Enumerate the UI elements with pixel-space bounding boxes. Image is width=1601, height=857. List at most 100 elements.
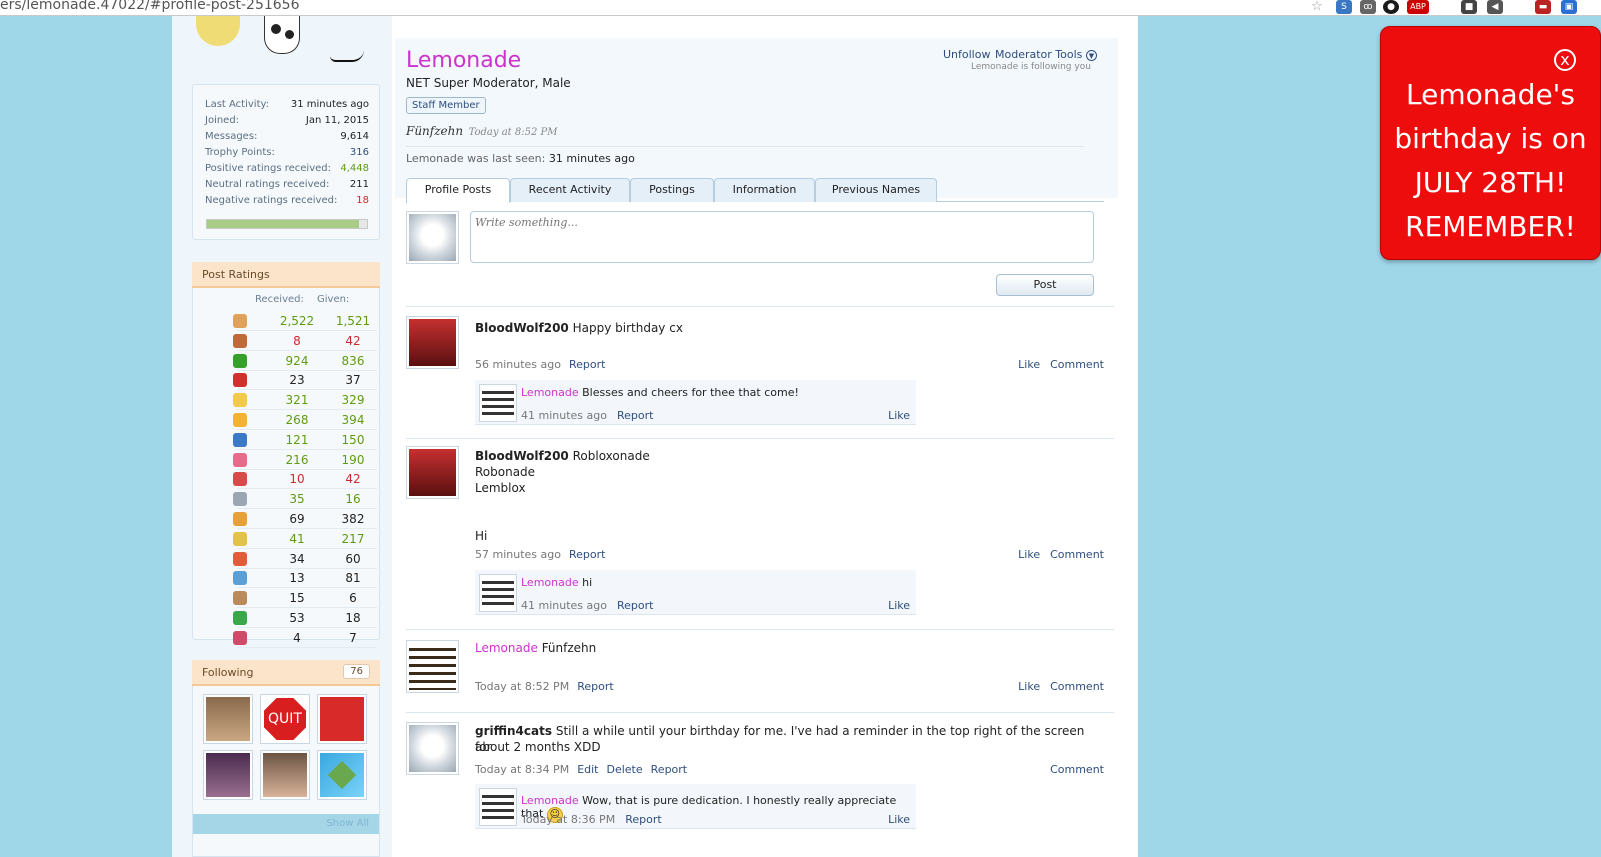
following-count: 76	[343, 664, 370, 679]
funny-icon	[233, 393, 247, 408]
birthday-reminder-popup: x Lemonade's birthday is on JULY 28TH! R…	[1380, 26, 1601, 260]
report-link[interactable]: Report	[651, 763, 687, 776]
optimistic-icon	[233, 611, 247, 625]
report-link[interactable]: Report	[577, 680, 613, 693]
extension-translate-icon[interactable]: ꝏ	[1360, 0, 1376, 14]
informative-icon	[233, 432, 247, 447]
rating-row: 15 6	[233, 589, 377, 609]
rating-received: 2,522	[279, 314, 315, 328]
show-all-link[interactable]: Show All	[326, 818, 369, 829]
following-avatar[interactable]	[203, 750, 253, 800]
rating-given: 382	[341, 512, 365, 526]
comment-author[interactable]: Lemonade	[521, 386, 579, 399]
comment-report-link[interactable]: Report	[617, 599, 653, 612]
post-avatar[interactable]	[406, 316, 459, 369]
tab-previous-names[interactable]: Previous Names	[815, 178, 937, 202]
comment-time: 41 minutes ago	[521, 409, 607, 422]
comment-avatar[interactable]	[479, 574, 517, 612]
unfollow-link[interactable]: Unfollow	[943, 48, 990, 61]
rating-row: 216 190	[233, 451, 377, 470]
creative-icon	[233, 512, 247, 526]
close-icon[interactable]: x	[1554, 49, 1576, 71]
comment-like-link[interactable]: Like	[888, 599, 910, 612]
tab-postings[interactable]: Postings	[630, 178, 714, 202]
show-all-bar[interactable]: Show All	[193, 814, 379, 834]
extension-speaker-icon[interactable]: ◀	[1487, 0, 1503, 14]
cow-avatar-fragment	[264, 16, 300, 54]
tab-recent-activity[interactable]: Recent Activity	[510, 178, 630, 202]
last-seen: Lemonade was last seen: 31 minutes ago	[406, 152, 635, 165]
comment-author[interactable]: Lemonade	[521, 794, 579, 807]
profile-name: Lemonade	[406, 48, 522, 73]
report-link[interactable]: Report	[569, 358, 605, 371]
browser-url-bar[interactable]: ers/lemonade.47022/#profile-post-251656 …	[0, 0, 1601, 16]
post-avatar[interactable]	[406, 640, 459, 693]
like-link[interactable]: Like	[1018, 680, 1040, 693]
report-link[interactable]: Report	[569, 548, 605, 561]
comment-avatar[interactable]	[479, 384, 517, 422]
tab-information[interactable]: Information	[714, 178, 815, 202]
rating-row: 41 217	[233, 530, 377, 549]
extension-blue-icon[interactable]: ▣	[1561, 0, 1577, 14]
post-avatar[interactable]	[406, 446, 459, 499]
post-time: Today at 8:34 PM	[475, 763, 570, 776]
following-avatar[interactable]	[260, 750, 310, 800]
rating-received: 4	[293, 630, 301, 645]
profile-post-input[interactable]	[470, 211, 1094, 263]
comment-link[interactable]: Comment	[1050, 358, 1104, 371]
post-button[interactable]: Post	[996, 274, 1094, 296]
comment-link[interactable]: Comment	[1050, 680, 1104, 693]
comment: Lemonade Wow, that is pure dedication. I…	[475, 784, 916, 829]
following-avatar[interactable]	[203, 694, 253, 744]
following-avatar[interactable]: QUIT	[260, 694, 310, 744]
rating-received: 268	[285, 413, 309, 427]
like-link[interactable]: Like	[1018, 358, 1040, 371]
rating-row: 321 329	[233, 391, 377, 411]
comment-like-link[interactable]: Like	[888, 409, 910, 422]
edit-link[interactable]: Edit	[577, 763, 598, 776]
delete-link[interactable]: Delete	[607, 763, 643, 776]
comment-report-link[interactable]: Report	[617, 409, 653, 422]
post-author[interactable]: griffin4cats	[475, 724, 552, 738]
rating-ratio-bar	[206, 219, 368, 229]
rating-given: 7	[349, 630, 357, 645]
rating-received: 15	[289, 591, 305, 606]
post-author[interactable]: BloodWolf200	[475, 321, 569, 335]
profile-post: BloodWolf200 Robloxonade Robonade Lemblo…	[406, 446, 1104, 626]
tab-profile-posts[interactable]: Profile Posts	[406, 178, 510, 203]
rating-given: 37	[345, 373, 361, 388]
rating-received: 69	[289, 512, 305, 526]
moderator-tools-link[interactable]: Moderator Tools ▼	[995, 48, 1097, 61]
post-avatar[interactable]	[406, 722, 459, 775]
artistic-icon	[233, 531, 247, 546]
rating-row: 35 16	[233, 490, 377, 510]
status-author[interactable]: Fünfzehn	[406, 124, 463, 138]
following-avatar[interactable]	[317, 750, 367, 800]
comment-like-link[interactable]: Like	[888, 813, 910, 826]
following-avatar[interactable]	[317, 694, 367, 744]
stat-negative-ratings: Negative ratings received: 18	[205, 195, 369, 206]
late-icon	[233, 551, 247, 566]
rating-given: 60	[345, 551, 361, 566]
profile-post: BloodWolf200 Happy birthday cx 56 minute…	[406, 316, 1104, 440]
comment-author[interactable]: Lemonade	[521, 576, 579, 589]
like-link[interactable]: Like	[1018, 548, 1040, 561]
profile-post: Lemonade Fünfzehn Today at 8:52 PM Report…	[406, 640, 1104, 700]
extension-color-icon[interactable]: ●	[1383, 0, 1399, 14]
reminder-line: REMEMBER!	[1405, 210, 1576, 243]
extension-flag-icon[interactable]: ▬	[1535, 0, 1551, 14]
rating-given: 1,521	[335, 314, 371, 328]
rating-given: 6	[349, 591, 357, 606]
extension-s-icon[interactable]: S	[1336, 0, 1352, 14]
comment-report-link[interactable]: Report	[625, 813, 661, 826]
rating-given: 42	[345, 333, 361, 348]
url-text[interactable]: ers/lemonade.47022/#profile-post-251656	[0, 0, 299, 13]
comment-link[interactable]: Comment	[1050, 548, 1104, 561]
comment-link[interactable]: Comment	[1050, 763, 1104, 776]
adblock-icon[interactable]: ABP	[1407, 0, 1429, 14]
post-author[interactable]: BloodWolf200	[475, 449, 569, 463]
post-author[interactable]: Lemonade	[475, 641, 538, 655]
comment-avatar[interactable]	[479, 788, 517, 826]
bookmark-star-icon[interactable]: ☆	[1309, 0, 1325, 14]
extension-misc-icon[interactable]: ■	[1461, 0, 1477, 14]
